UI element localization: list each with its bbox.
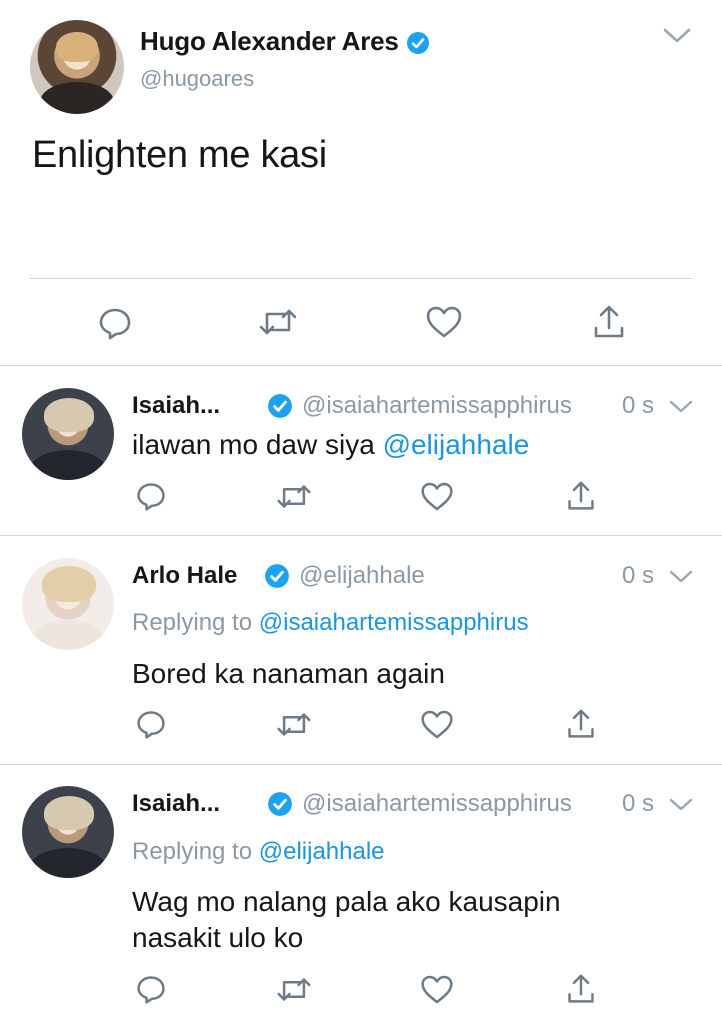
author-name[interactable]: Isaiah... xyxy=(132,392,220,420)
divider xyxy=(0,365,722,366)
retweet-icon[interactable] xyxy=(276,710,312,739)
divider xyxy=(30,278,692,279)
reply-icon[interactable] xyxy=(135,973,167,1005)
author-handle[interactable]: @isaiahartemissapphirus xyxy=(302,392,572,420)
timestamp: 0 s xyxy=(622,790,655,817)
reply-icon[interactable] xyxy=(97,305,133,341)
reply-icon[interactable] xyxy=(135,480,167,512)
author-name[interactable]: Hugo Alexander Ares xyxy=(140,26,399,56)
reply-icon[interactable] xyxy=(135,708,167,740)
like-icon[interactable] xyxy=(420,709,454,740)
replying-to-label: Replying to xyxy=(132,838,259,865)
mention-link[interactable]: @elijahhale xyxy=(383,429,530,460)
tweet-text: Bored ka nanaman again xyxy=(132,658,445,689)
verified-icon xyxy=(265,564,289,588)
tweet-text-line: Wag mo nalang pala ako kausapin xyxy=(132,886,561,917)
replying-to: Replying to @elijahhale xyxy=(132,838,385,866)
replying-to-label: Replying to xyxy=(132,609,259,636)
tweet-text: Wag mo nalang pala ako kausapin nasakit … xyxy=(132,884,561,956)
tweet-text-plain: ilawan mo daw siya xyxy=(132,429,383,460)
timestamp: 0 s xyxy=(622,562,655,589)
replying-to: Replying to @isaiahartemissapphirus xyxy=(132,609,529,637)
tweet-text: Enlighten me kasi xyxy=(32,134,327,176)
divider xyxy=(0,535,722,536)
timestamp: 0 s xyxy=(622,392,655,419)
chevron-down-icon[interactable] xyxy=(662,26,692,46)
author-name[interactable]: Arlo Hale xyxy=(132,562,237,590)
like-icon[interactable] xyxy=(420,481,454,512)
like-icon[interactable] xyxy=(420,974,454,1005)
author-name[interactable]: Isaiah... xyxy=(132,790,220,818)
chevron-down-icon[interactable] xyxy=(668,796,694,814)
mention-link[interactable]: @isaiahartemissapphirus xyxy=(259,609,529,636)
verified-icon xyxy=(406,32,429,55)
verified-icon xyxy=(268,394,292,418)
retweet-icon[interactable] xyxy=(276,975,312,1004)
author-name-row[interactable]: Hugo Alexander Ares xyxy=(140,26,430,57)
chevron-down-icon[interactable] xyxy=(668,568,694,586)
divider xyxy=(0,764,722,765)
author-handle[interactable]: @hugoares xyxy=(140,66,254,92)
chevron-down-icon[interactable] xyxy=(668,398,694,416)
avatar[interactable] xyxy=(22,558,114,650)
share-icon[interactable] xyxy=(566,973,596,1005)
share-icon[interactable] xyxy=(566,480,596,512)
retweet-icon[interactable] xyxy=(258,306,298,338)
mention-link[interactable]: @elijahhale xyxy=(259,838,385,865)
avatar[interactable] xyxy=(30,20,124,114)
tweet-text: ilawan mo daw siya @elijahhale xyxy=(132,427,529,463)
author-handle[interactable]: @isaiahartemissapphirus xyxy=(302,790,572,818)
avatar[interactable] xyxy=(22,388,114,480)
share-icon[interactable] xyxy=(592,304,626,340)
like-icon[interactable] xyxy=(425,305,463,339)
share-icon[interactable] xyxy=(566,708,596,740)
author-handle[interactable]: @elijahhale xyxy=(299,562,425,590)
verified-icon xyxy=(268,792,292,816)
avatar[interactable] xyxy=(22,786,114,878)
tweet-text-line: nasakit ulo ko xyxy=(132,922,304,953)
retweet-icon[interactable] xyxy=(276,482,312,511)
